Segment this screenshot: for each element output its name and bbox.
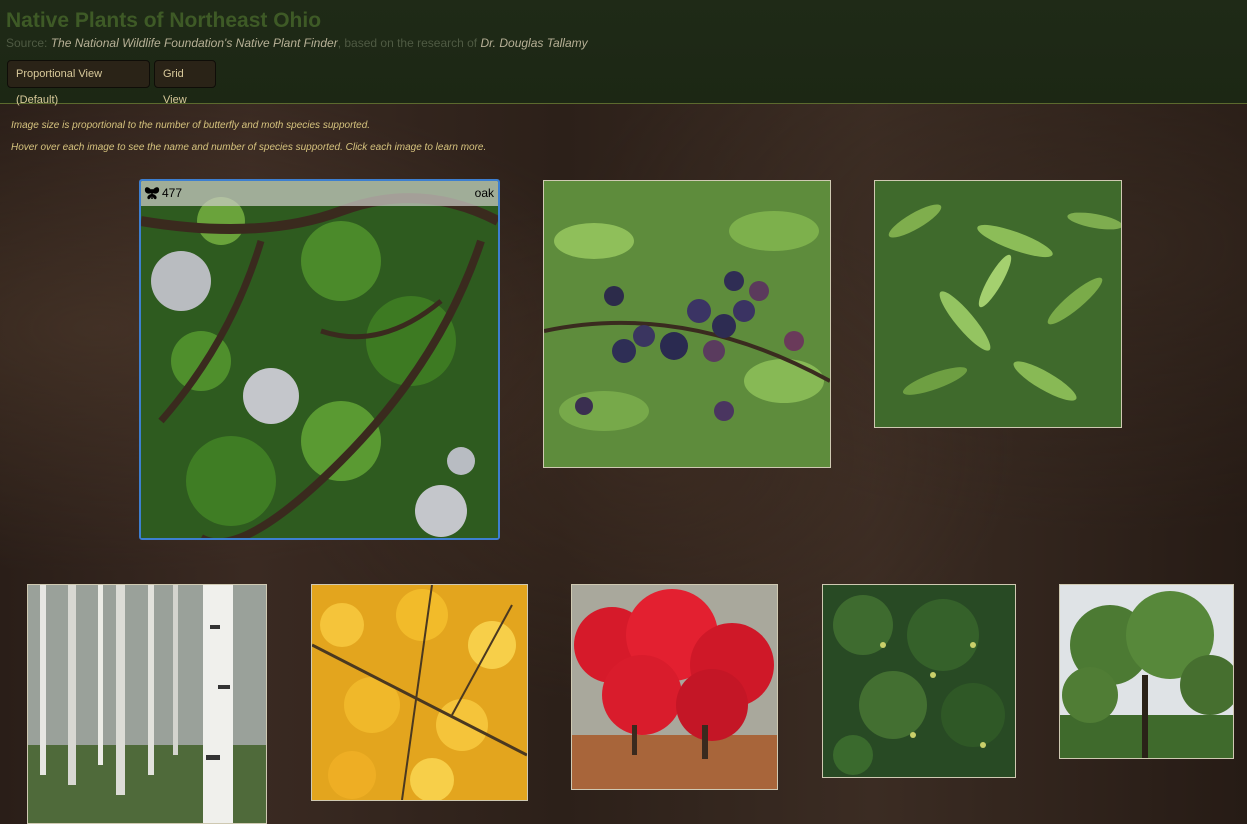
plant-image-yellow-foliage <box>312 585 527 800</box>
page-title: Native Plants of Northeast Ohio <box>6 9 322 32</box>
plant-image-willow <box>875 181 1121 427</box>
plant-tile[interactable] <box>571 584 778 790</box>
proportional-view-button[interactable]: Proportional View (Default) <box>7 60 150 106</box>
site-header: Native Plants of Northeast Ohio Source: … <box>0 0 1247 106</box>
info-text-hover: Hover over each image to see the name an… <box>11 142 487 153</box>
plant-image-oak-canopy <box>141 181 498 538</box>
butterfly-icon <box>144 187 160 200</box>
plant-image-green-shrub <box>823 585 1015 777</box>
plant-tile[interactable] <box>543 180 831 468</box>
source-author: Dr. Douglas Tallamy <box>480 36 588 50</box>
plant-tile[interactable] <box>27 584 267 824</box>
plant-name: oak <box>474 186 494 200</box>
source-credit: Source: The National Wildlife Foundation… <box>6 36 588 50</box>
plant-tile[interactable] <box>874 180 1122 428</box>
source-prefix: Source: <box>6 36 51 50</box>
hover-info-bar: 477 oak <box>141 181 498 206</box>
plant-tile[interactable] <box>822 584 1016 778</box>
plant-image-red-tree <box>572 585 777 789</box>
plant-image-birch <box>28 585 266 823</box>
plant-tile[interactable] <box>311 584 528 801</box>
species-count: 477 <box>162 186 183 200</box>
source-link[interactable]: The National Wildlife Foundation's Nativ… <box>51 36 338 50</box>
info-text-proportional: Image size is proportional to the number… <box>11 120 371 131</box>
grid-view-button[interactable]: Grid View <box>154 60 216 106</box>
plant-tile[interactable] <box>1059 584 1234 759</box>
plant-tile-oak[interactable]: 477 oak <box>139 179 500 540</box>
source-middle: , based on the research of <box>337 36 481 50</box>
plant-image-berries <box>544 181 830 467</box>
plant-image-tree <box>1060 585 1233 758</box>
